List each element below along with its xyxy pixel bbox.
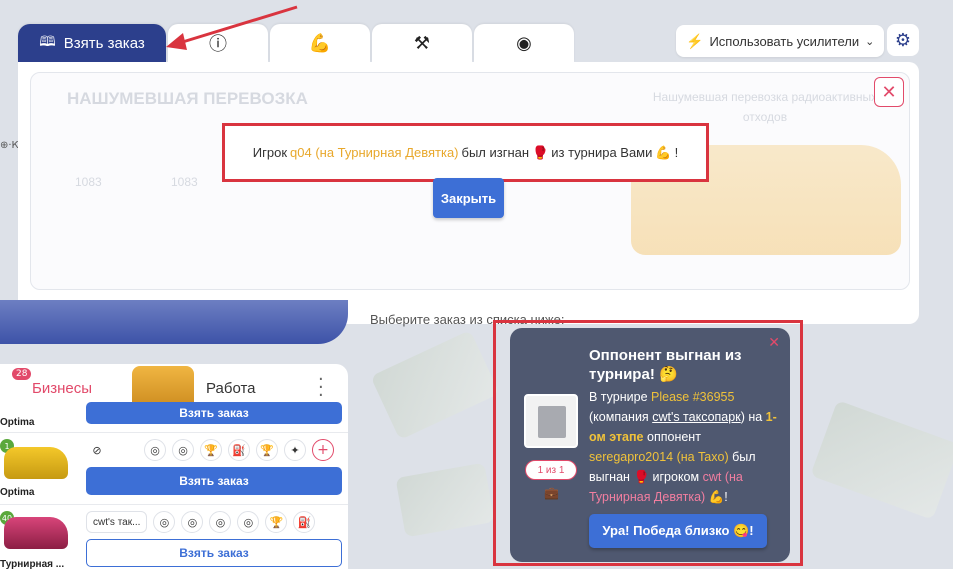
trophy-icon[interactable]: 🏆 [256,439,278,461]
order-stat-b: 1083 [171,175,198,189]
briefcase-icon: 💼 [544,486,559,500]
list-item: 40 Турнирная ... cwt's так... ◎ ◎ ◎ ◎ 🏆 … [0,504,348,569]
notice-prefix: Игрок [252,145,288,160]
notice-end: ! [674,145,679,160]
tire-icon[interactable]: ◎ [209,511,232,533]
take-order-button[interactable]: Взять заказ [86,402,342,424]
lightning-icon: ⚡ [686,32,704,49]
counter-pill: 1 из 1 [525,460,577,480]
tab-take-order-label: Взять заказ [63,34,145,52]
use-boosters-dropdown[interactable]: ⚡ Использовать усилители ⌄ [676,25,885,57]
opponent-kicked-popup: ✕ 1 из 1 💼 Оппонент выгнан из турнира! 🤔… [510,328,790,562]
take-order-button[interactable]: Взять заказ [86,467,342,495]
thinking-face-icon: 🤔 [658,366,678,383]
business-list-panel: 28 Бизнесы Работа · · · Взять заказ Optima… [0,364,348,569]
company-chip-label: cwt's так... [93,516,141,528]
car-name: Optima [0,417,35,428]
chevron-down-icon: ⌄ [865,35,875,48]
notice-player[interactable]: q04 (на Турнирная Девятка) [290,145,459,160]
booster-icons: cwt's так... ◎ ◎ ◎ ◎ 🏆 ⛽ [86,511,316,533]
fuel-can-icon[interactable]: ⛽ [228,439,250,461]
list-item: Взять заказ Optima [0,402,348,432]
flexed-bicep-icon: 💪 [708,490,725,504]
order-stat-a: 1083 [75,175,102,189]
tab-speed[interactable]: ◉ [474,24,574,62]
tab-work[interactable]: Работа [206,380,256,397]
car-name: Optima [0,487,35,498]
booster-icons: ⊘ ◎ ◎ 🏆 ⛽ 🏆 ✦ + [86,439,334,461]
taxi-order-icon: 🕮 [39,34,56,50]
muscle-icon: 💪 [308,32,332,54]
tire-icon[interactable]: ◎ [237,511,260,533]
trophy-icon[interactable]: 🏆 [265,511,288,533]
background-cash-decoration [810,400,953,520]
car-name: Турнирная ... [0,559,65,569]
car-image [4,447,68,479]
no-booster-icon[interactable]: ⊘ [86,439,108,461]
fuel-can-icon[interactable]: ⛽ [293,511,316,533]
popup-text: (компания [589,410,649,424]
popup-text: ) на [740,410,763,424]
use-boosters-label: Использовать усилители [709,33,860,49]
close-icon: ✕ [881,81,897,103]
flexed-bicep-icon: 💪 [655,144,672,160]
opponent-link[interactable]: seregapro2014 (на Taxo) [589,450,729,464]
tab-businesses[interactable]: Бизнесы [32,380,92,397]
tab-tools[interactable]: ⚒ [372,24,472,62]
tab-info[interactable]: ⓘ [168,24,268,62]
popup-body: В турнире Please #36955 (компания cwt's … [589,387,783,507]
popup-text: игроком [652,470,700,484]
list-item: 1 Optima ⊘ ◎ ◎ 🏆 ⛽ 🏆 ✦ + Взять заказ [0,432,348,504]
order-description: Нашумевшая перевозка радиоактивных отход… [652,90,878,124]
tire-icon[interactable]: ◎ [172,439,194,461]
boxing-glove-icon: 🥊 [532,144,549,160]
popup-text: В турнире [589,390,648,404]
popup-text: ! [724,490,728,504]
gear-icon: ⚙ [894,29,912,51]
kick-notice: Игрок q04 (на Турнирная Девятка) был изг… [222,123,709,182]
info-icon: ⓘ [209,34,227,55]
trophy-icon[interactable]: 🏆 [200,439,222,461]
banner-strip [0,300,348,344]
notice-suffix: из турнира Вами [551,145,653,160]
company-chip[interactable]: cwt's так... [86,511,148,533]
more-options-icon[interactable]: · · · [318,371,324,405]
main-tabbar: 🕮 Взять заказ ⓘ 💪 ⚒ ◉ [18,24,576,64]
popup-title: Оппонент выгнан из турнира! 🤔 [589,346,759,384]
popup-text: оппонент [647,430,701,444]
speedometer-icon: ◉ [516,32,532,54]
tire-icon[interactable]: ◎ [181,511,204,533]
settings-button[interactable]: ⚙ [887,24,919,56]
add-booster-icon[interactable]: + [312,439,334,461]
order-title: НАШУМЕВШАЯ ПЕРЕВОЗКА [67,89,308,108]
boxing-glove-icon: 🥊 [633,470,650,484]
tools-icon: ⚒ [413,32,431,54]
panel-close-button[interactable]: ✕ [874,77,904,107]
tab-take-order[interactable]: 🕮 Взять заказ [18,24,166,62]
business-count-badge: 28 [12,368,32,380]
background-cash-decoration [370,330,500,440]
close-notice-button[interactable]: Закрыть [433,178,504,218]
car-image [4,517,68,549]
hooray-button[interactable]: Ура! Победа близко 😋! [589,514,767,548]
tire-icon[interactable]: ◎ [144,439,166,461]
company-link[interactable]: cwt's таксопарк [652,410,741,424]
opponent-avatar [524,394,578,448]
popup-close-icon[interactable]: ✕ [768,334,780,351]
tournament-link[interactable]: Please #36955 [651,390,734,404]
notice-middle: был изгнан [461,145,530,160]
background-cash-decoration [395,462,495,538]
take-order-button[interactable]: Взять заказ [86,539,342,567]
star-icon[interactable]: ✦ [284,439,306,461]
tire-icon[interactable]: ◎ [153,511,176,533]
tab-upgrades[interactable]: 💪 [270,24,370,62]
